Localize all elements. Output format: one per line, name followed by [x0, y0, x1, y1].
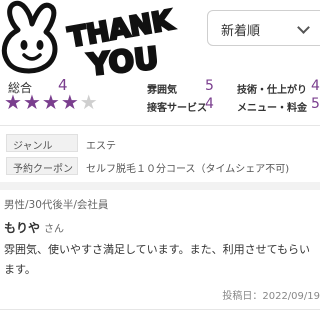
star-icon: ★: [4, 90, 23, 114]
category-value-atmosphere: 5: [205, 78, 214, 94]
reviewer-name: もりや さん: [4, 219, 64, 236]
category-label-technique: 技術・仕上がり: [237, 85, 307, 96]
star-icon: ★: [22, 90, 42, 114]
chevron-down-icon: [297, 21, 310, 34]
review-body: 雰囲気、使いやすさ満足しています。また、利用させてもらいます。: [4, 243, 311, 276]
rating-summary: 総合 4 ★★★★★ 雰囲気 5 技術・仕上がり 4 接客サービス 4 メニュー…: [0, 76, 320, 118]
category-label-menu-price: メニュー・料金: [237, 103, 307, 114]
thank-you-sticker: THANK YOU: [1, 0, 178, 80]
sticker-text-you: YOU: [85, 41, 160, 80]
reviewer-honorific: さん: [44, 224, 65, 235]
sort-selected-label: 新着順: [221, 24, 261, 39]
star-icon: ★: [60, 90, 80, 114]
star-icon: ★: [41, 90, 61, 114]
posted-date: 投稿日：2022/09/19: [222, 291, 320, 302]
divider: [0, 309, 320, 310]
genre-label: ジャンル: [6, 134, 78, 152]
category-value-service: 4: [205, 96, 214, 112]
star-icon: ★: [79, 90, 99, 114]
bunny-icon: [1, 0, 58, 74]
divider: [0, 125, 320, 126]
section-gap: [0, 182, 320, 190]
coupon-value: セルフ脱毛１０分コース（タイムシェア不可): [86, 164, 290, 175]
star-rating: ★★★★★: [4, 92, 99, 112]
sort-select[interactable]: 新着順: [207, 10, 320, 46]
genre-value: エステ: [86, 141, 116, 152]
category-label-service: 接客サービス: [147, 103, 207, 114]
coupon-label: 予約クーポン: [6, 157, 78, 175]
category-label-atmosphere: 雰囲気: [147, 85, 177, 96]
category-value-technique: 4: [311, 78, 320, 94]
reviewer-meta: 男性/30代後半/会社員: [4, 199, 109, 211]
category-value-menu-price: 5: [311, 96, 320, 112]
reviewer-name-text: もりや: [4, 221, 41, 235]
